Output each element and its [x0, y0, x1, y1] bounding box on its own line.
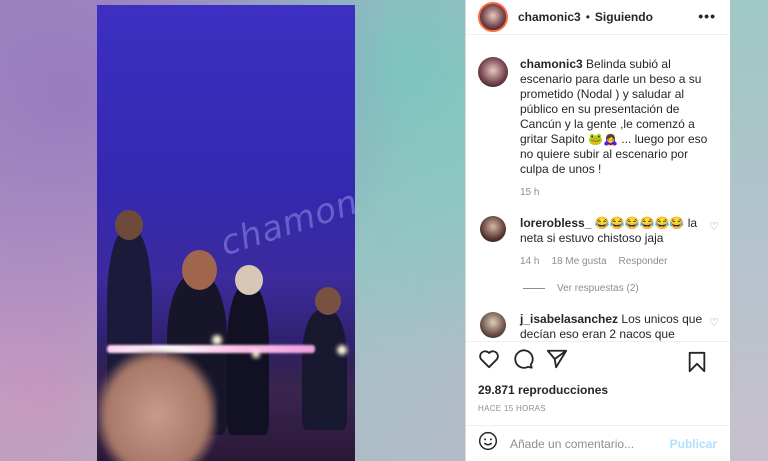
- guest-head: [235, 265, 263, 295]
- post-side-panel: chamonic3 • Siguiendo ••• chamonic3 Beli…: [465, 0, 731, 461]
- post-caption: chamonic3 Belinda subió al escenario par…: [466, 45, 731, 177]
- comment-likes[interactable]: 18 Me gusta: [551, 254, 606, 269]
- comment-time: 14 h: [520, 256, 540, 267]
- comment-username[interactable]: j_isabelasanchez: [520, 312, 618, 326]
- audience-hand: [97, 350, 217, 461]
- bookmark-icon[interactable]: [687, 351, 707, 377]
- comment-icon[interactable]: [512, 348, 534, 374]
- performer-head: [115, 210, 143, 240]
- post-timestamp: HACE 15 HORAS: [478, 404, 546, 413]
- post-actions: [466, 341, 731, 379]
- comment-like-heart-icon[interactable]: ♡: [709, 220, 719, 233]
- stage-light: [252, 350, 260, 358]
- comment-like-heart-icon[interactable]: ♡: [709, 316, 719, 329]
- musician-head: [315, 287, 341, 315]
- right-backdrop: [730, 0, 768, 461]
- musician-figure: [302, 310, 347, 430]
- caption-username[interactable]: chamonic3: [520, 57, 583, 71]
- comment-item: lorerobless_ 😂😂😂😂😂😂 la neta si estuvo ch…: [466, 216, 731, 269]
- post-header: chamonic3 • Siguiendo •••: [466, 0, 730, 35]
- header-separator: •: [585, 10, 590, 24]
- comment-input[interactable]: [510, 436, 675, 451]
- reply-button[interactable]: Responder: [619, 254, 668, 269]
- comment-item: j_isabelasanchez Los unicos que decían e…: [466, 312, 731, 341]
- caption-time: 15 h: [520, 187, 540, 198]
- view-replies-link[interactable]: Ver respuestas (2): [523, 283, 731, 294]
- publish-button[interactable]: Publicar: [670, 437, 717, 451]
- caption-text: Belinda subió al escenario para darle un…: [520, 57, 708, 176]
- comment-avatar[interactable]: [480, 312, 506, 338]
- video-player[interactable]: chamonic3: [97, 5, 355, 461]
- more-options-icon[interactable]: •••: [698, 8, 716, 24]
- share-icon[interactable]: [546, 348, 568, 374]
- comment-composer: Publicar: [466, 425, 731, 461]
- comment-avatar[interactable]: [480, 216, 506, 242]
- smiley-icon[interactable]: [478, 431, 498, 457]
- replies-divider: [523, 288, 545, 289]
- view-count[interactable]: 29.871 reproducciones: [478, 383, 608, 397]
- caption-avatar[interactable]: [478, 57, 508, 87]
- guest-figure: [227, 285, 269, 435]
- avatar[interactable]: [478, 2, 508, 32]
- video-watermark: chamonic3: [215, 165, 355, 265]
- comment-username[interactable]: lorerobless_: [520, 216, 591, 230]
- stage-light: [212, 335, 222, 345]
- follow-status-button[interactable]: Siguiendo: [595, 10, 653, 24]
- header-username[interactable]: chamonic3: [518, 10, 581, 24]
- heart-icon[interactable]: [478, 349, 500, 373]
- stage-light: [337, 345, 347, 355]
- comments-list[interactable]: chamonic3 Belinda subió al escenario par…: [466, 45, 731, 341]
- view-replies-label[interactable]: Ver respuestas (2): [557, 283, 639, 294]
- singer-head: [182, 250, 217, 290]
